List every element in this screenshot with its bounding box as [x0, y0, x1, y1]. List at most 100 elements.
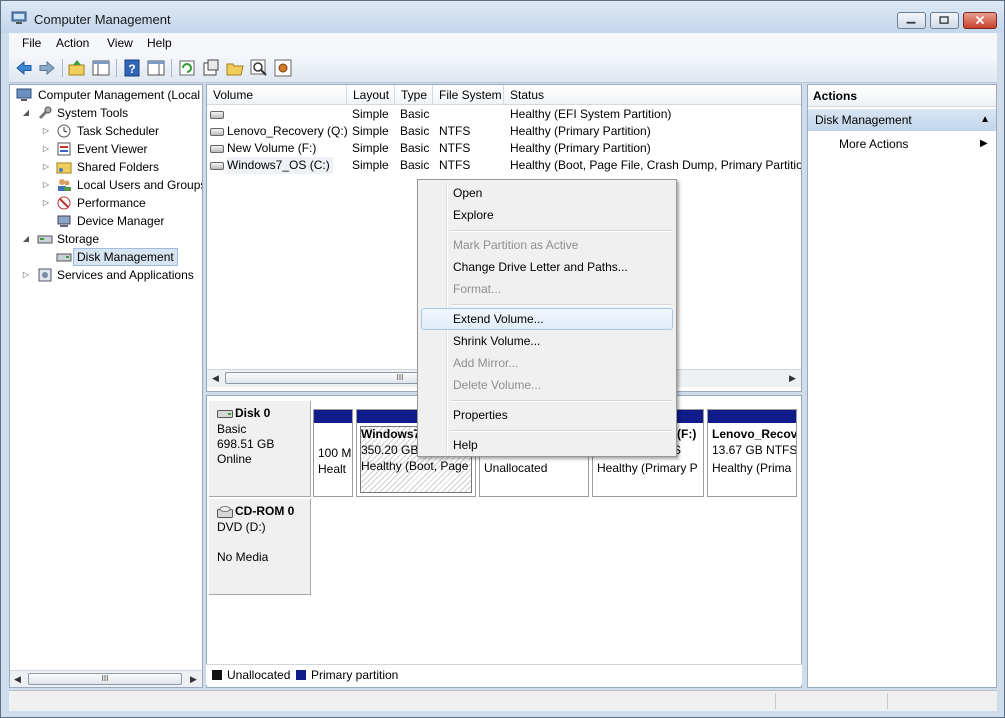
volume-row[interactable]: Simple Basic Healthy (EFI System Partiti… [207, 106, 801, 123]
minimize-button[interactable] [897, 12, 926, 29]
maximize-icon [939, 16, 949, 24]
tree-item-storage[interactable]: ◢ Storage [10, 230, 202, 248]
menu-file[interactable]: File [22, 36, 41, 50]
tree-item-task-scheduler[interactable]: ▷ Task Scheduler [10, 122, 202, 140]
cdrom-0-info[interactable]: CD-ROM 0 DVD (D:) No Media [209, 499, 311, 595]
scroll-left-icon[interactable]: ◀ [14, 674, 21, 685]
volume-row[interactable]: Windows7_OS (C:) Simple Basic NTFS Healt… [207, 157, 801, 174]
menu-item-open[interactable]: Open [421, 182, 673, 204]
close-button[interactable] [963, 12, 997, 29]
partition-bar [314, 410, 352, 423]
window-title: Computer Management [34, 12, 171, 27]
disk-drive-icon [217, 410, 233, 418]
menu-help[interactable]: Help [147, 36, 172, 50]
back-button[interactable] [14, 58, 34, 78]
column-header-layout[interactable]: Layout [347, 85, 395, 105]
tree-item-disk-management[interactable]: Disk Management [10, 248, 202, 266]
more-actions-item[interactable]: More Actions [839, 137, 908, 151]
properties-button[interactable] [201, 58, 221, 78]
volume-row[interactable]: New Volume (F:) Simple Basic NTFS Health… [207, 140, 801, 157]
menu-item-delete-volume: Delete Volume... [453, 378, 542, 392]
menu-view[interactable]: View [107, 36, 133, 50]
volume-disk-icon [210, 145, 224, 153]
tree-label: System Tools [57, 106, 129, 120]
tree-horizontal-scrollbar[interactable]: ◀ III ▶ [10, 670, 202, 687]
volume-type: Basic [400, 158, 430, 172]
menu-item-explore[interactable]: Explore [421, 204, 673, 226]
volume-row[interactable]: Lenovo_Recovery (Q:) Simple Basic NTFS H… [207, 123, 801, 140]
search-button[interactable] [249, 58, 269, 78]
shared-folder-icon [56, 162, 72, 174]
scroll-right-icon[interactable]: ▶ [789, 373, 796, 384]
menu-item-shrink-volume[interactable]: Shrink Volume... [421, 330, 673, 352]
actions-section-disk-management[interactable]: Disk Management ▲ [808, 109, 996, 131]
show-hide-tree-button[interactable] [91, 58, 111, 78]
disk-state: Online [217, 452, 252, 466]
menu-item-help[interactable]: Help [421, 434, 673, 456]
disk-kind: DVD (D:) [217, 520, 266, 534]
expanded-arrow-icon[interactable]: ◢ [21, 230, 31, 248]
partition-title: (F:) [677, 427, 697, 441]
column-header-status[interactable]: Status [504, 85, 801, 105]
show-hide-actions-button[interactable] [146, 58, 166, 78]
collapsed-arrow-icon[interactable]: ▷ [41, 176, 51, 194]
forward-button[interactable] [37, 58, 57, 78]
menu-item-properties[interactable]: Properties [421, 404, 673, 426]
collapsed-arrow-icon[interactable]: ▷ [41, 158, 51, 176]
partition-context-menu: Open Explore Mark Partition as Active Ch… [417, 179, 677, 457]
legend-unallocated-label: Unallocated [227, 668, 291, 682]
open-folder-button[interactable] [225, 58, 245, 78]
scroll-thumb[interactable]: III [28, 673, 182, 685]
collapsed-arrow-icon[interactable]: ▷ [21, 266, 31, 284]
column-header-volume[interactable]: Volume [207, 85, 347, 105]
volume-status: Healthy (Primary Partition) [510, 141, 651, 155]
partition-status: Healthy (Prima [712, 461, 792, 475]
actions-section-label: Disk Management [815, 113, 912, 127]
menu-action[interactable]: Action [56, 36, 89, 50]
minimize-icon [906, 21, 916, 24]
menu-item-change-drive-letter[interactable]: Change Drive Letter and Paths... [421, 256, 673, 278]
tree-item-event-viewer[interactable]: ▷ Event Viewer [10, 140, 202, 158]
help-icon: ? [124, 59, 140, 77]
collapsed-arrow-icon[interactable]: ▷ [41, 140, 51, 158]
tree-label: Task Scheduler [77, 124, 160, 138]
menu-separator [450, 304, 672, 306]
settings-button[interactable] [273, 58, 293, 78]
tree-item-device-manager[interactable]: Device Manager [10, 212, 202, 230]
help-button[interactable]: ? [122, 58, 142, 78]
tree-label: Device Manager [77, 214, 165, 228]
maximize-button[interactable] [930, 12, 959, 29]
disk-name: Disk 0 [235, 406, 271, 420]
collapse-up-icon[interactable]: ▲ [980, 109, 990, 131]
volume-fs: NTFS [439, 124, 471, 138]
title-bar[interactable]: Computer Management [1, 1, 1004, 33]
submenu-arrow-icon[interactable]: ▶ [980, 138, 988, 149]
up-button[interactable] [67, 58, 87, 78]
tree-item-services-and-applications[interactable]: ▷ Services and Applications [10, 266, 202, 284]
legend-unallocated-swatch [212, 670, 222, 680]
collapsed-arrow-icon[interactable]: ▷ [41, 122, 51, 140]
refresh-button[interactable] [177, 58, 197, 78]
tree-item-local-users-and-groups[interactable]: ▷ Local Users and Groups [10, 176, 202, 194]
scroll-left-icon[interactable]: ◀ [212, 373, 219, 384]
tree-item-shared-folders[interactable]: ▷ Shared Folders [10, 158, 202, 176]
menu-item-extend-volume[interactable]: Extend Volume... [421, 308, 673, 330]
tree-label: Event Viewer [77, 142, 148, 156]
volume-type: Basic [400, 107, 430, 121]
scroll-right-icon[interactable]: ▶ [190, 674, 197, 685]
disk-0-info[interactable]: Disk 0 Basic 698.51 GB Online [209, 401, 311, 497]
column-header-file-system[interactable]: File System [433, 85, 504, 105]
properties-icon [203, 59, 219, 76]
settings-icon [274, 59, 292, 77]
tree-item-system-tools[interactable]: ◢ System Tools [10, 104, 202, 122]
navigation-tree[interactable]: Computer Management (Local ◢ System Tool… [9, 84, 203, 688]
partition-efi[interactable]: 100 M Healt [313, 409, 353, 497]
partition-lenovo-recovery[interactable]: Lenovo_Recov 13.67 GB NTFS Healthy (Prim… [707, 409, 797, 497]
column-header-type[interactable]: Type [395, 85, 433, 105]
tree-item-computer-management[interactable]: Computer Management (Local [10, 86, 202, 104]
partition-title: Lenovo_Recov [712, 427, 797, 441]
collapsed-arrow-icon[interactable]: ▷ [41, 194, 51, 212]
expanded-arrow-icon[interactable]: ◢ [21, 104, 31, 122]
tree-item-performance[interactable]: ▷ Performance [10, 194, 202, 212]
toolbar-separator [116, 59, 117, 77]
